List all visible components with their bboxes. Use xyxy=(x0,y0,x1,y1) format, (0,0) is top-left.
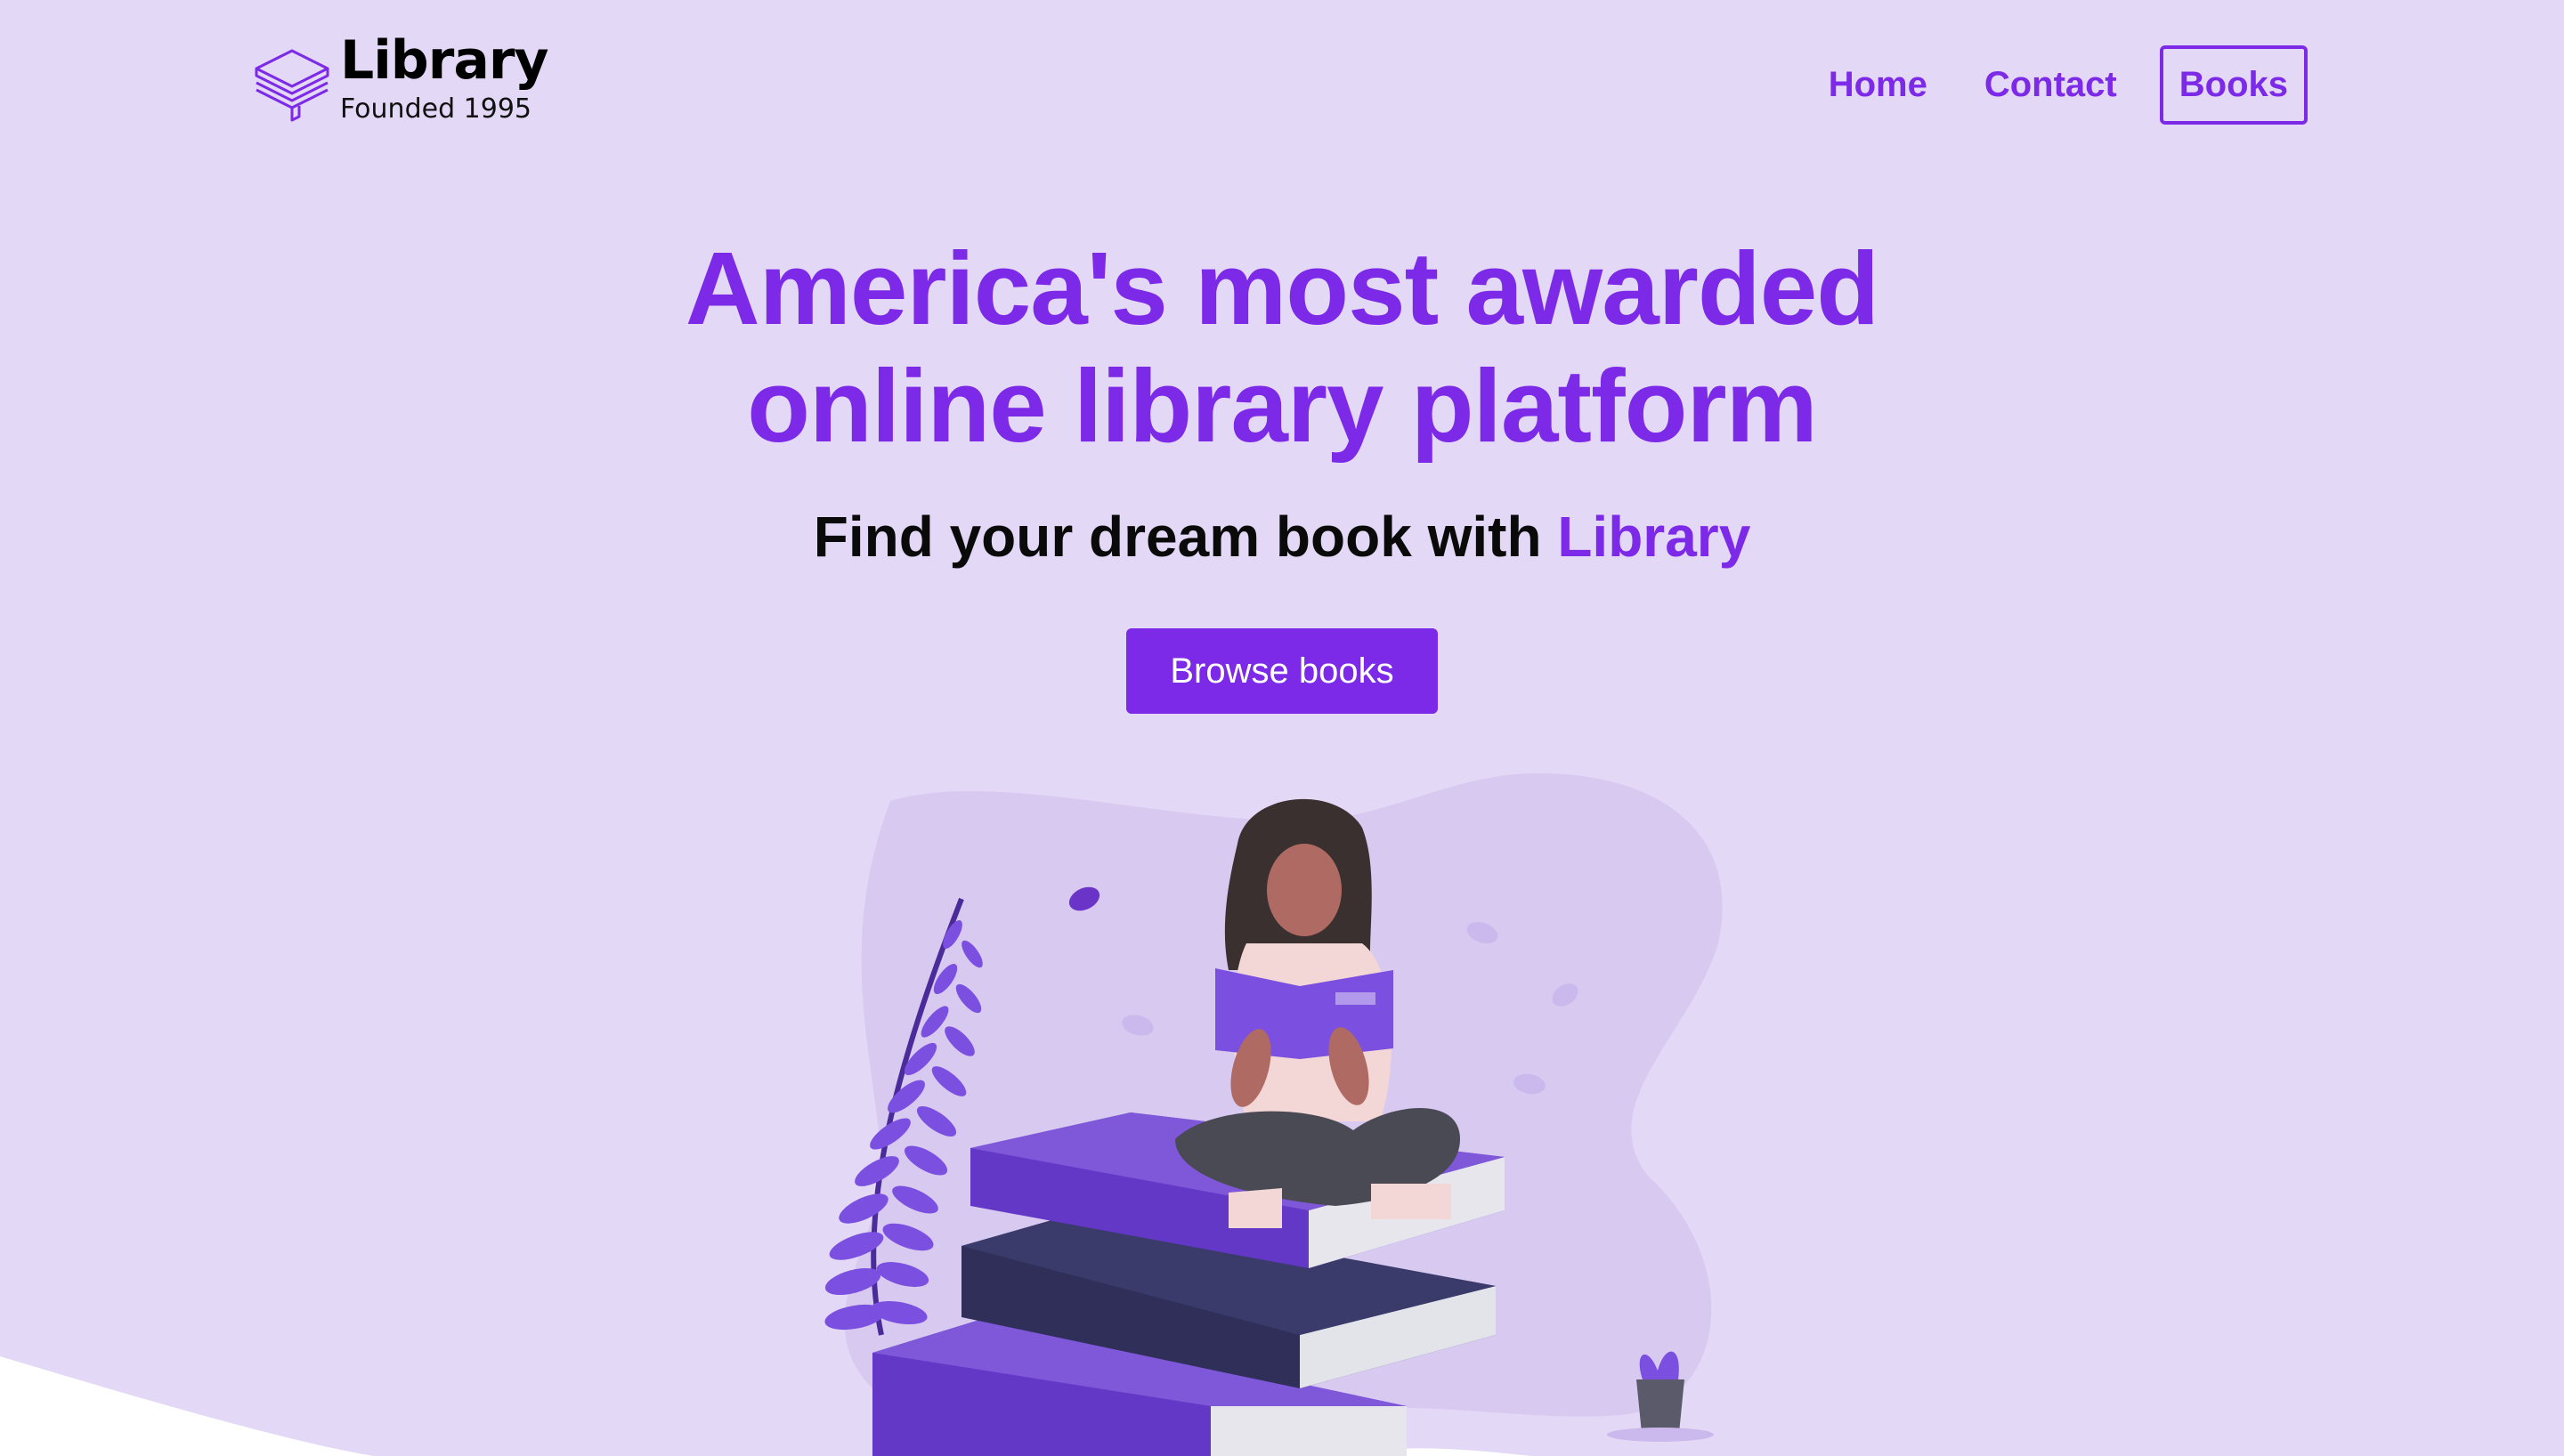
nav-link-books[interactable]: Books xyxy=(2159,45,2308,125)
nav-links: Home Contact Books xyxy=(1772,45,2308,125)
stacked-books-icon xyxy=(255,49,329,122)
brand-subtitle: Founded 1995 xyxy=(340,93,531,125)
hero-subtitle-prefix: Find your dream book with xyxy=(813,505,1558,569)
navbar: Library Founded 1995 Home Contact Books xyxy=(0,0,2564,169)
hero-title-line-1: America's most awarded xyxy=(685,231,1879,346)
hero-subtitle: Find your dream book with Library xyxy=(0,504,2564,570)
hero-subtitle-accent: Library xyxy=(1557,505,1751,569)
brand-title: Library xyxy=(340,29,549,92)
brand-logo[interactable]: Library Founded 1995 xyxy=(253,29,549,128)
nav-link-contact[interactable]: Contact xyxy=(1984,65,2117,105)
nav-link-home[interactable]: Home xyxy=(1829,65,1927,105)
hero-title-line-2: online library platform xyxy=(747,348,1818,464)
hero-title: America's most awarded online library pl… xyxy=(0,230,2564,465)
white-wave xyxy=(0,1356,374,1456)
browse-books-button[interactable]: Browse books xyxy=(1126,628,1438,714)
woman-reading-on-books-illustration xyxy=(0,772,1723,1456)
